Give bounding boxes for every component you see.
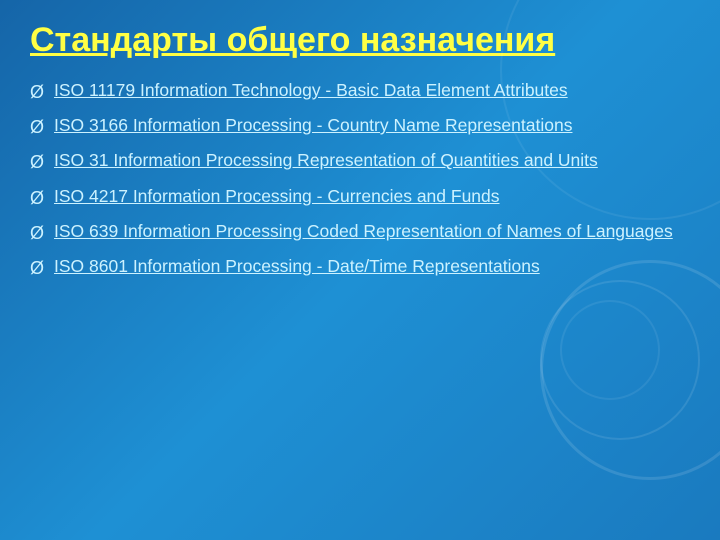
item-text-1: ISO 11179 Information Technology - Basic… — [54, 79, 690, 103]
bullet-symbol-1: Ø — [30, 80, 44, 104]
list-item: Ø ISO 8601 Information Processing - Date… — [30, 255, 690, 280]
slide-container: Стандарты общего назначения Ø ISO 11179 … — [0, 0, 720, 540]
bullet-symbol-6: Ø — [30, 256, 44, 280]
bullet-symbol-2: Ø — [30, 115, 44, 139]
item-text-4: ISO 4217 Information Processing - Curren… — [54, 185, 690, 209]
list-item: Ø ISO 31 Information Processing Represen… — [30, 149, 690, 174]
list-item: Ø ISO 11179 Information Technology - Bas… — [30, 79, 690, 104]
bullet-list: Ø ISO 11179 Information Technology - Bas… — [30, 79, 690, 281]
bullet-symbol-4: Ø — [30, 186, 44, 210]
list-item: Ø ISO 639 Information Processing Coded R… — [30, 220, 690, 245]
slide-title: Стандарты общего назначения — [30, 20, 690, 61]
item-text-5: ISO 639 Information Processing Coded Rep… — [54, 220, 690, 244]
item-text-2: ISO 3166 Information Processing - Countr… — [54, 114, 690, 138]
item-text-6: ISO 8601 Information Processing - Date/T… — [54, 255, 690, 279]
item-text-3: ISO 31 Information Processing Representa… — [54, 149, 690, 173]
bullet-symbol-3: Ø — [30, 150, 44, 174]
list-item: Ø ISO 4217 Information Processing - Curr… — [30, 185, 690, 210]
bullet-symbol-5: Ø — [30, 221, 44, 245]
list-item: Ø ISO 3166 Information Processing - Coun… — [30, 114, 690, 139]
